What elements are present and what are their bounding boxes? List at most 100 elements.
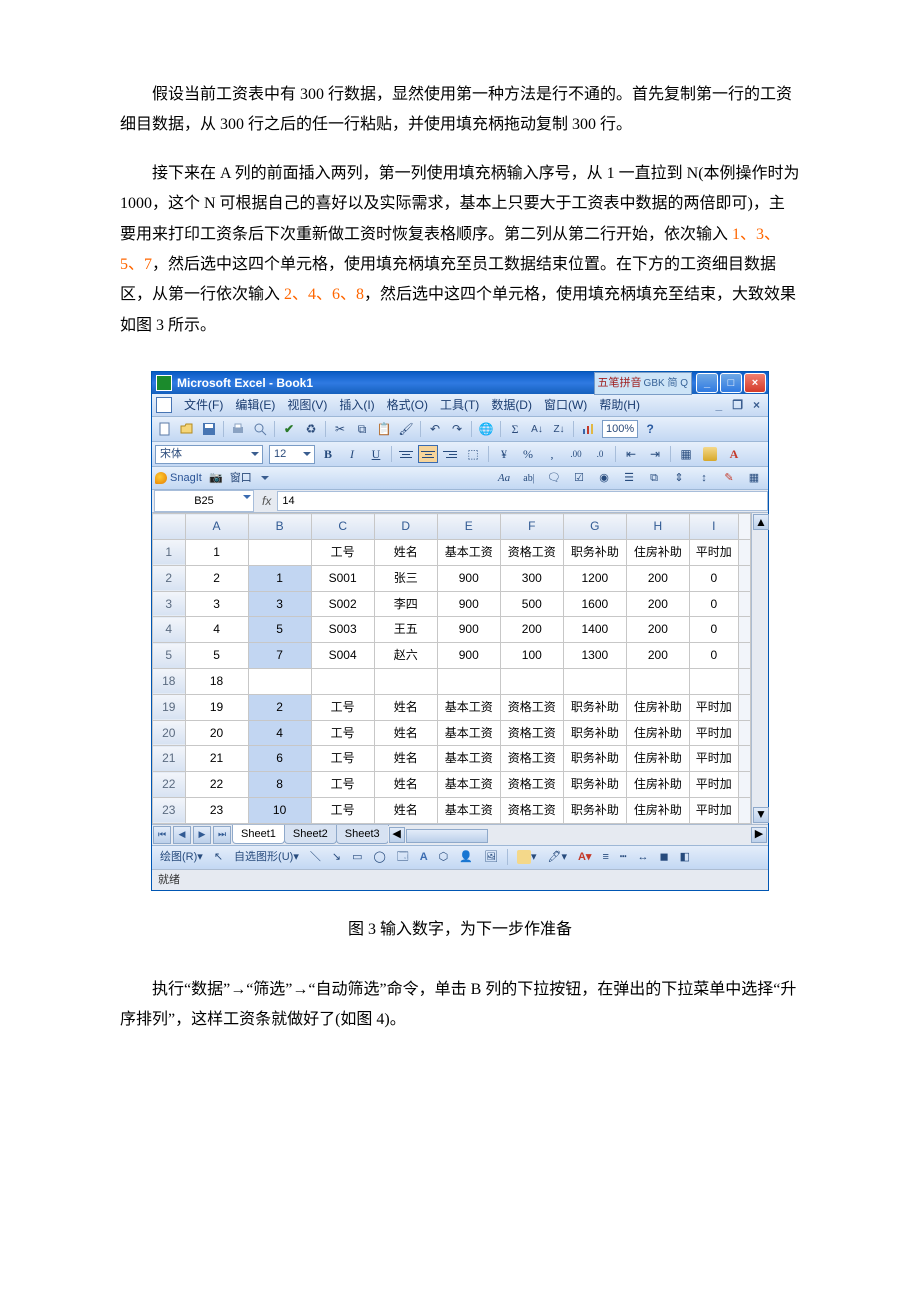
cell[interactable]: 5 (185, 643, 248, 669)
cell[interactable]: 平时加 (689, 797, 738, 823)
hscroll-track[interactable] (406, 829, 750, 841)
cell[interactable]: 7 (248, 643, 311, 669)
cell[interactable]: 200 (626, 565, 689, 591)
new-icon[interactable] (155, 419, 175, 439)
cell[interactable]: 住房补助 (626, 694, 689, 720)
row-header[interactable]: 23 (153, 797, 186, 823)
cell[interactable]: 姓名 (374, 694, 437, 720)
cell[interactable]: 职务补助 (563, 772, 626, 798)
cell[interactable]: 0 (689, 643, 738, 669)
inc-decimal-button[interactable]: .00 (565, 444, 587, 464)
workbook-icon[interactable] (156, 397, 172, 413)
align-right-button[interactable] (440, 445, 460, 463)
colhead-D[interactable]: D (374, 514, 437, 540)
scroll-down-icon[interactable]: ▼ (753, 807, 769, 823)
selectall-corner[interactable] (153, 514, 186, 540)
format-painter-icon[interactable]: 🖌 (396, 419, 416, 439)
cell[interactable]: 姓名 (374, 746, 437, 772)
cell[interactable] (374, 668, 437, 694)
cell[interactable]: 6 (248, 746, 311, 772)
cell[interactable]: 资格工资 (500, 720, 563, 746)
merge-button[interactable]: ⬚ (462, 444, 484, 464)
aux-ab-icon[interactable]: ab| (518, 468, 540, 488)
size-combo[interactable]: 12 (269, 445, 315, 464)
cell[interactable]: 平时加 (689, 720, 738, 746)
scroll-up-icon[interactable]: ▲ (753, 514, 769, 530)
cell[interactable]: 1 (248, 565, 311, 591)
cell[interactable]: 基本工资 (437, 772, 500, 798)
cell[interactable]: 200 (500, 617, 563, 643)
cell[interactable]: 住房补助 (626, 772, 689, 798)
cell[interactable]: 19 (185, 694, 248, 720)
cell[interactable] (311, 668, 374, 694)
select-objects-icon[interactable]: ↖ (210, 848, 227, 866)
table-row[interactable]: 557S004赵六90010013002000 (153, 643, 751, 669)
linecolor-draw-icon[interactable]: 🖊▾ (543, 848, 571, 866)
aux-list-icon[interactable]: ☰ (618, 468, 640, 488)
cell[interactable]: 赵六 (374, 643, 437, 669)
arrowstyle-icon[interactable]: ↔ (634, 848, 653, 866)
cell[interactable]: 平时加 (689, 772, 738, 798)
aux-comment-icon[interactable]: 🗨 (543, 468, 565, 488)
cell[interactable]: S004 (311, 643, 374, 669)
fillcolor-button[interactable] (699, 444, 721, 464)
cell[interactable]: 住房补助 (626, 797, 689, 823)
cell[interactable]: 张三 (374, 565, 437, 591)
scroll-left-icon[interactable]: ◀ (389, 827, 405, 843)
spellcheck-icon[interactable]: ✔ (279, 419, 299, 439)
cell[interactable]: 200 (626, 617, 689, 643)
colhead-E[interactable]: E (437, 514, 500, 540)
save-icon[interactable] (199, 419, 219, 439)
table-row[interactable]: 333S002李四90050016002000 (153, 591, 751, 617)
cell[interactable]: 21 (185, 746, 248, 772)
italic-button[interactable]: I (341, 444, 363, 464)
snag-capture-icon[interactable]: 📷 (205, 468, 227, 488)
cell[interactable]: 200 (626, 643, 689, 669)
table-row[interactable]: 19192工号姓名基本工资资格工资职务补助住房补助平时加 (153, 694, 751, 720)
cell[interactable]: 3 (185, 591, 248, 617)
redo-icon[interactable]: ↷ (447, 419, 467, 439)
zoom-box[interactable]: 100% (602, 420, 638, 438)
cell[interactable]: 基本工资 (437, 694, 500, 720)
maximize-button[interactable]: □ (720, 373, 742, 393)
cell[interactable]: 工号 (311, 720, 374, 746)
ime-indicator[interactable]: 五笔拼音 GBK 简 Q (594, 372, 692, 395)
font-combo[interactable]: 宋体 (155, 445, 263, 464)
row-header[interactable]: 18 (153, 668, 186, 694)
cell[interactable]: 职务补助 (563, 539, 626, 565)
sortasc-icon[interactable]: A↓ (527, 419, 547, 439)
cell[interactable]: 1300 (563, 643, 626, 669)
cell[interactable] (689, 668, 738, 694)
undo-icon[interactable]: ↶ (425, 419, 445, 439)
cell[interactable]: 100 (500, 643, 563, 669)
table-row[interactable]: 232310工号姓名基本工资资格工资职务补助住房补助平时加 (153, 797, 751, 823)
row-header[interactable]: 22 (153, 772, 186, 798)
tab-next-icon[interactable]: ▶ (193, 826, 211, 844)
mdi-close[interactable]: × (749, 394, 764, 417)
close-button[interactable]: × (744, 373, 766, 393)
sheet-tab-2[interactable]: Sheet2 (284, 825, 337, 844)
cell[interactable]: 2 (185, 565, 248, 591)
table-row[interactable]: 11工号姓名基本工资资格工资职务补助住房补助平时加 (153, 539, 751, 565)
menu-data[interactable]: 数据(D) (485, 394, 538, 417)
currency-button[interactable]: ¥ (493, 444, 515, 464)
cell[interactable]: 1400 (563, 617, 626, 643)
cell[interactable] (248, 539, 311, 565)
cell[interactable]: 200 (626, 591, 689, 617)
cell[interactable]: 基本工资 (437, 539, 500, 565)
cell[interactable]: 4 (185, 617, 248, 643)
3d-icon[interactable]: ◧ (676, 848, 694, 866)
dash-icon[interactable]: ┅ (616, 848, 631, 866)
colhead-H[interactable]: H (626, 514, 689, 540)
cell[interactable]: 500 (500, 591, 563, 617)
cell[interactable]: 22 (185, 772, 248, 798)
cell[interactable]: 王五 (374, 617, 437, 643)
cell[interactable]: 0 (689, 591, 738, 617)
table-row[interactable]: 445S003王五90020014002000 (153, 617, 751, 643)
cell[interactable]: 0 (689, 617, 738, 643)
worksheet-grid[interactable]: A B C D E F G H I 11工号姓名基本工资资格工资职务补助住房补助… (152, 513, 751, 824)
bold-button[interactable]: B (317, 444, 339, 464)
shadow-icon[interactable]: ◼ (656, 848, 673, 866)
mdi-minimize[interactable]: _ (712, 394, 727, 417)
fx-icon[interactable]: fx (262, 490, 271, 513)
